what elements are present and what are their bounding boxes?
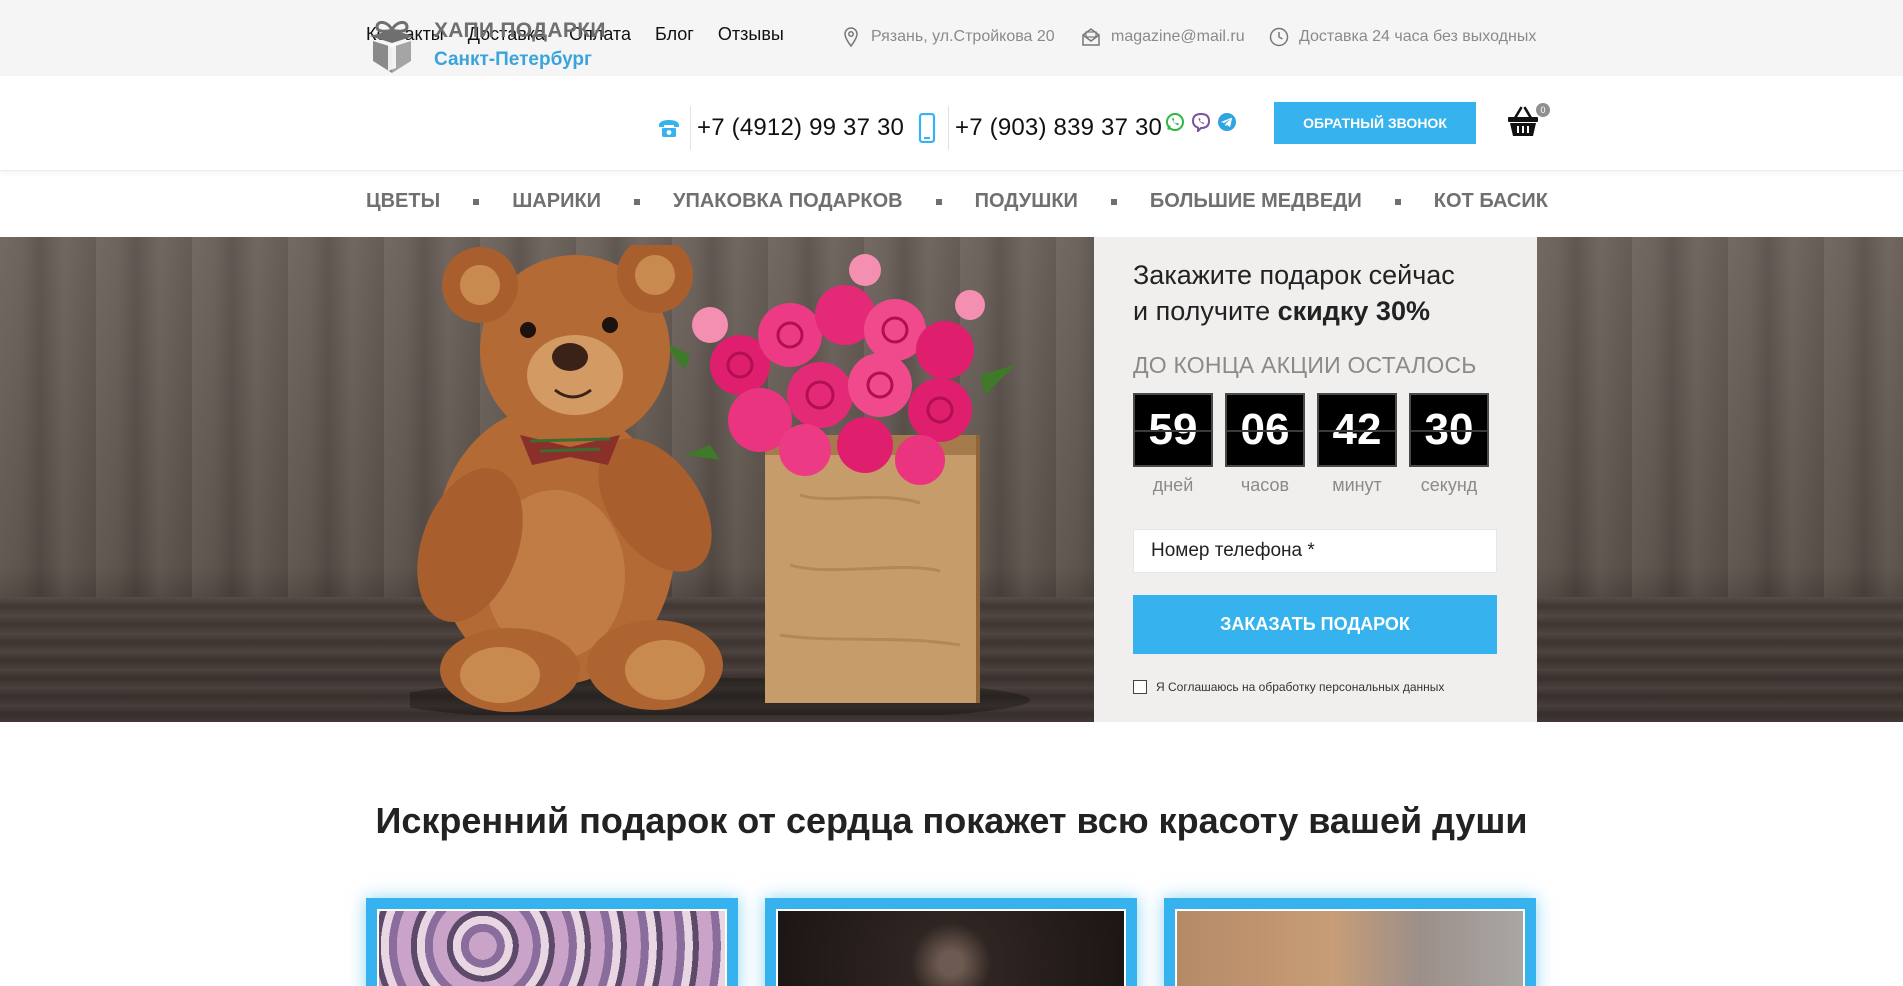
countdown-seconds-label: секунд bbox=[1420, 475, 1478, 495]
top-nav-reviews[interactable]: Отзывы bbox=[718, 24, 784, 45]
product-card-balloons[interactable] bbox=[765, 898, 1137, 986]
menu-separator bbox=[935, 198, 942, 205]
brand-city[interactable]: Санкт-Петербург bbox=[434, 49, 592, 71]
menu-item-flowers[interactable]: ЦВЕТЫ bbox=[366, 190, 440, 213]
shopping-basket-icon[interactable] bbox=[1506, 104, 1540, 140]
countdown-caption: ДО КОНЦА АКЦИИ ОСТАЛОСЬ bbox=[1133, 352, 1477, 378]
viber-icon[interactable] bbox=[1191, 112, 1211, 134]
phone-mobile-number[interactable]: +7 (903) 839 37 30 bbox=[955, 114, 1162, 142]
countdown-hours: 06 часов bbox=[1225, 393, 1305, 496]
teddy-bear-with-roses-image bbox=[410, 245, 1030, 715]
messenger-links bbox=[1165, 112, 1237, 134]
countdown-minutes: 42 минут bbox=[1317, 393, 1397, 496]
countdown-days: 59 дней bbox=[1133, 393, 1213, 496]
promo-title: Закажите подарок сейчас и получите скидк… bbox=[1133, 257, 1513, 329]
brand-name[interactable]: ХАПИ ПОДАРКИ bbox=[434, 19, 606, 43]
hours-text: Доставка 24 часа без выходных bbox=[1299, 28, 1537, 45]
menu-item-cat-basik[interactable]: КОТ БАСИК bbox=[1434, 190, 1548, 213]
location-pin-icon bbox=[844, 27, 858, 48]
flowers-card-image bbox=[377, 909, 727, 986]
clock-icon bbox=[1269, 27, 1289, 47]
bears-card-image bbox=[1175, 909, 1525, 986]
section-title: Искренний подарок от сердца покажет всю … bbox=[375, 800, 1528, 841]
promo-title-line2-prefix: и получите bbox=[1133, 296, 1278, 326]
phone-mobile[interactable]: +7 (903) 839 37 30 bbox=[914, 106, 1162, 150]
promo-title-line1: Закажите подарок сейчас bbox=[1133, 260, 1455, 290]
consent-text: Я Соглашаюсь на обработку персональных д… bbox=[1156, 680, 1445, 694]
countdown-days-label: дней bbox=[1152, 475, 1194, 495]
menu-separator bbox=[1394, 198, 1401, 205]
menu-separator bbox=[634, 198, 641, 205]
consent-checkbox-row[interactable]: Я Соглашаюсь на обработку персональных д… bbox=[1133, 680, 1444, 694]
countdown-seconds: 30 секунд bbox=[1409, 393, 1489, 496]
countdown-timer: 59 дней 06 часов 42 минут 30 секунд bbox=[1133, 393, 1489, 496]
menu-item-big-bears[interactable]: БОЛЬШИЕ МЕДВЕДИ bbox=[1150, 190, 1362, 213]
email-text[interactable]: magazine@mail.ru bbox=[1111, 28, 1245, 46]
address-info: Рязань, ул.Стройкова 20 bbox=[840, 26, 1055, 48]
phone-separator bbox=[690, 106, 691, 150]
consent-checkbox[interactable] bbox=[1133, 680, 1147, 694]
main-menu: ЦВЕТЫ ШАРИКИ УПАКОВКА ПОДАРКОВ ПОДУШКИ Б… bbox=[366, 190, 1548, 213]
menu-item-gift-wrapping[interactable]: УПАКОВКА ПОДАРКОВ bbox=[673, 190, 903, 213]
countdown-days-value: 59 bbox=[1133, 393, 1213, 467]
address-text: Рязань, ул.Стройкова 20 bbox=[871, 28, 1055, 45]
hours-info: Доставка 24 часа без выходных bbox=[1268, 26, 1536, 48]
email-info: magazine@mail.ru bbox=[1080, 26, 1245, 48]
countdown-minutes-label: минут bbox=[1332, 475, 1382, 495]
balloons-card-image bbox=[776, 909, 1126, 986]
phone-separator bbox=[948, 106, 949, 150]
promo-discount-text: скидку 30% bbox=[1277, 296, 1430, 326]
product-card-bears[interactable] bbox=[1164, 898, 1536, 986]
phone-landline[interactable]: +7 (4912) 99 37 30 bbox=[656, 106, 904, 150]
countdown-hours-value: 06 bbox=[1225, 393, 1305, 467]
mobile-phone-icon bbox=[918, 113, 936, 143]
countdown-seconds-value: 30 bbox=[1409, 393, 1489, 467]
menu-item-balloons[interactable]: ШАРИКИ bbox=[512, 190, 601, 213]
telegram-icon[interactable] bbox=[1217, 112, 1237, 132]
menu-separator bbox=[473, 198, 480, 205]
phone-number-input[interactable] bbox=[1133, 529, 1497, 573]
product-card-flowers[interactable] bbox=[366, 898, 738, 986]
telephone-icon bbox=[659, 120, 679, 137]
order-gift-button[interactable]: ЗАКАЗАТЬ ПОДАРОК bbox=[1133, 595, 1497, 654]
whatsapp-icon[interactable] bbox=[1165, 112, 1185, 132]
top-nav-blog[interactable]: Блог bbox=[655, 24, 694, 45]
menu-separator bbox=[1110, 198, 1117, 205]
countdown-hours-label: часов bbox=[1240, 475, 1290, 495]
promo-form-panel: Закажите подарок сейчас и получите скидк… bbox=[1094, 237, 1537, 722]
hero-banner bbox=[0, 237, 1903, 722]
countdown-minutes-value: 42 bbox=[1317, 393, 1397, 467]
mail-icon bbox=[1082, 28, 1100, 46]
top-bar: Контакты Доставка Оплата Блог Отзывы Ряз… bbox=[0, 0, 1903, 76]
callback-button[interactable]: ОБРАТНЫЙ ЗВОНОК bbox=[1274, 102, 1476, 144]
menu-item-pillows[interactable]: ПОДУШКИ bbox=[975, 190, 1078, 213]
gift-box-logo-icon[interactable] bbox=[366, 16, 418, 76]
phone-landline-number[interactable]: +7 (4912) 99 37 30 bbox=[697, 114, 904, 142]
cart-count-badge: 0 bbox=[1536, 103, 1550, 117]
